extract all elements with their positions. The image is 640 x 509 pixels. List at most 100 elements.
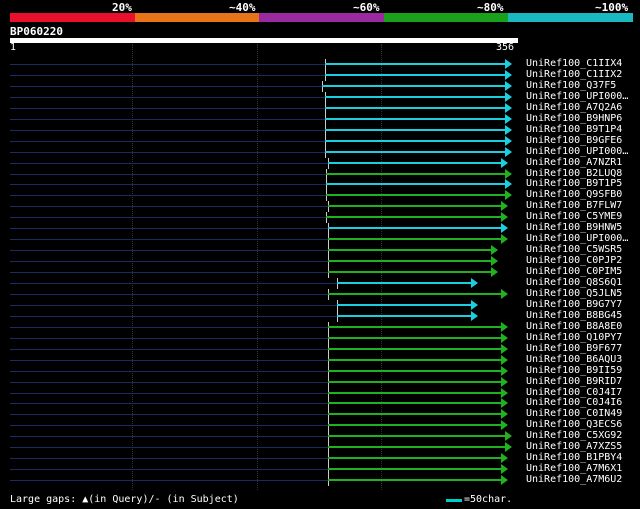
hit-arrow-icon xyxy=(491,256,498,267)
hit-arrow-icon xyxy=(505,69,512,80)
hit-alignment-bar[interactable] xyxy=(326,172,506,175)
hit-name-link[interactable]: UniRef100_B9G7Y7 xyxy=(526,299,622,310)
hit-name-link[interactable]: UniRef100_UPI000… xyxy=(526,233,628,244)
hit-name-link[interactable]: UniRef100_B1PBY4 xyxy=(526,452,622,463)
hit-name-link[interactable]: UniRef100_B7FLW7 xyxy=(526,200,622,211)
hit-name-link[interactable]: UniRef100_B2LUQ8 xyxy=(526,168,622,179)
hit-alignment-bar[interactable] xyxy=(337,303,472,306)
hit-alignment-bar[interactable] xyxy=(337,314,472,317)
hit-arrow-icon xyxy=(501,354,508,365)
hit-name-link[interactable]: UniRef100_Q10PY7 xyxy=(526,332,622,343)
hit-name-link[interactable]: UniRef100_B6AQU3 xyxy=(526,354,622,365)
hit-name-link[interactable]: UniRef100_B8BG45 xyxy=(526,310,622,321)
hit-alignment-bar[interactable] xyxy=(337,282,472,284)
hit-name-link[interactable]: UniRef100_UPI000… xyxy=(526,146,628,157)
hit-alignment-bar[interactable] xyxy=(328,479,502,482)
hit-alignment-bar[interactable] xyxy=(328,468,502,471)
hit-name-link[interactable]: UniRef100_C0IN49 xyxy=(526,408,622,419)
hit-alignment-bar[interactable] xyxy=(328,369,502,372)
unaligned-region xyxy=(10,283,337,284)
hit-alignment-bar[interactable] xyxy=(325,150,506,153)
scale-segment xyxy=(383,13,509,22)
hit-name-link[interactable]: UniRef100_Q37F5 xyxy=(526,80,616,91)
scale-segment xyxy=(10,13,135,22)
hit-name-link[interactable]: UniRef100_Q9SFB0 xyxy=(526,189,622,200)
hit-alignment-bar[interactable] xyxy=(328,227,502,230)
hit-alignment-bar[interactable] xyxy=(328,435,506,438)
hit-name-link[interactable]: UniRef100_C5YME9 xyxy=(526,211,622,222)
unaligned-region xyxy=(10,337,328,339)
hit-alignment-bar[interactable] xyxy=(328,161,502,164)
hit-name-link[interactable]: UniRef100_UPI000… xyxy=(526,91,628,102)
hit-name-link[interactable]: UniRef100_C1IIX2 xyxy=(526,69,622,80)
hit-alignment-bar[interactable] xyxy=(326,216,502,219)
hit-alignment-bar[interactable] xyxy=(328,325,502,328)
unaligned-region xyxy=(10,403,328,405)
hit-name-link[interactable]: UniRef100_B9HNW5 xyxy=(526,222,622,233)
hit-alignment-bar[interactable] xyxy=(325,63,506,65)
hit-alignment-bar[interactable] xyxy=(325,73,506,76)
hit-arrow-icon xyxy=(505,80,512,91)
scale-label: ~100% xyxy=(595,1,629,14)
hit-name-link[interactable]: UniRef100_C5WSR5 xyxy=(526,244,622,255)
hit-arrow-icon xyxy=(505,431,512,442)
hit-alignment-bar[interactable] xyxy=(328,402,502,405)
hit-alignment-bar[interactable] xyxy=(325,128,506,131)
hit-name-link[interactable]: UniRef100_B9GFE6 xyxy=(526,135,622,146)
hit-name-link[interactable]: UniRef100_A7NZR1 xyxy=(526,157,622,168)
hit-name-link[interactable]: UniRef100_A7XZS5 xyxy=(526,441,622,452)
hit-name-link[interactable]: UniRef100_C5XG92 xyxy=(526,430,622,441)
hit-alignment-bar[interactable] xyxy=(328,380,502,383)
scale-segment xyxy=(134,13,260,22)
hit-alignment-bar[interactable] xyxy=(328,260,492,263)
scale-label: ~60% xyxy=(353,1,380,14)
unaligned-region xyxy=(10,348,328,350)
hit-name-link[interactable]: UniRef100_A7Q2A6 xyxy=(526,102,622,113)
hit-name-link[interactable]: UniRef100_Q5JLN5 xyxy=(526,288,622,299)
hit-alignment-bar[interactable] xyxy=(325,117,506,120)
hit-alignment-bar[interactable] xyxy=(328,292,502,295)
hit-alignment-bar[interactable] xyxy=(328,249,492,252)
hit-alignment-bar[interactable] xyxy=(328,446,506,449)
hit-alignment-bar[interactable] xyxy=(328,347,502,350)
hit-name-link[interactable]: UniRef100_Q3ECS6 xyxy=(526,419,622,430)
hit-alignment-bar[interactable] xyxy=(326,194,506,197)
hit-name-link[interactable]: UniRef100_A7M6X1 xyxy=(526,463,622,474)
hit-name-link[interactable]: UniRef100_B9T1P5 xyxy=(526,178,622,189)
hit-alignment-bar[interactable] xyxy=(328,457,502,460)
hit-name-link[interactable]: UniRef100_B9II59 xyxy=(526,365,622,376)
hit-alignment-bar[interactable] xyxy=(328,413,502,416)
hit-alignment-bar[interactable] xyxy=(325,106,506,109)
hit-alignment-bar[interactable] xyxy=(328,424,502,427)
hit-name-link[interactable]: UniRef100_C0J4I7 xyxy=(526,387,622,398)
hit-name-link[interactable]: UniRef100_C0J4I6 xyxy=(526,397,622,408)
unaligned-region xyxy=(10,359,328,361)
unaligned-region xyxy=(10,195,326,197)
hit-name-link[interactable]: UniRef100_B9T1P4 xyxy=(526,124,622,135)
hit-name-link[interactable]: UniRef100_C0PIM5 xyxy=(526,266,622,277)
hit-alignment-bar[interactable] xyxy=(328,336,502,339)
unaligned-region xyxy=(10,272,328,274)
hit-name-link[interactable]: UniRef100_Q8S6Q1 xyxy=(526,277,622,288)
hit-name-link[interactable]: UniRef100_C0PJP2 xyxy=(526,255,622,266)
hit-alignment-bar[interactable] xyxy=(328,238,502,241)
hit-alignment-bar[interactable] xyxy=(328,391,502,394)
hit-alignment-bar[interactable] xyxy=(325,95,506,98)
hit-name-link[interactable]: UniRef100_B9HNP6 xyxy=(526,113,622,124)
unaligned-region xyxy=(10,140,325,142)
hit-name-link[interactable]: UniRef100_B8A8E0 xyxy=(526,321,622,332)
hit-name-link[interactable]: UniRef100_C1IIX4 xyxy=(526,58,622,69)
hit-name-link[interactable]: UniRef100_B9RID7 xyxy=(526,376,622,387)
hit-alignment-bar[interactable] xyxy=(322,84,506,87)
hit-alignment-bar[interactable] xyxy=(328,205,502,208)
hit-alignment-bar[interactable] xyxy=(326,183,506,186)
hit-name-link[interactable]: UniRef100_B9F677 xyxy=(526,343,622,354)
unaligned-region xyxy=(10,228,328,230)
hit-alignment-bar[interactable] xyxy=(328,271,492,274)
unaligned-region xyxy=(10,414,328,416)
hit-arrow-icon xyxy=(501,157,508,168)
hit-row[interactable]: UniRef100_A7M6U2 xyxy=(0,474,640,487)
hit-name-link[interactable]: UniRef100_A7M6U2 xyxy=(526,474,622,485)
hit-alignment-bar[interactable] xyxy=(328,358,502,361)
hit-alignment-bar[interactable] xyxy=(325,139,506,142)
